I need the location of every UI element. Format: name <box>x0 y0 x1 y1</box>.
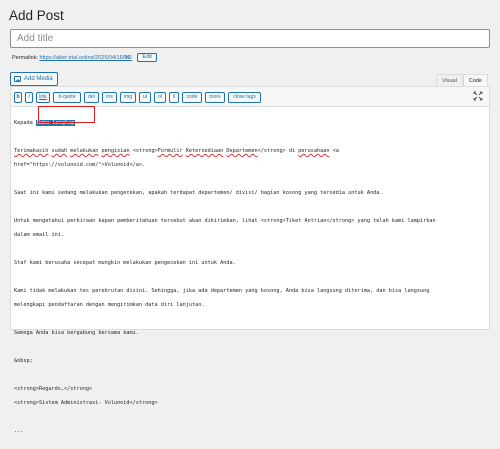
content-text: <strong> <box>129 148 158 154</box>
content-line: Staf kami berusaha secepat mungkin melak… <box>14 260 236 266</box>
editor-content[interactable]: Kepada Nama Lengkap Terimakasih sudah me… <box>14 113 436 449</box>
qt-link-button[interactable]: link <box>36 92 50 103</box>
media-icon <box>14 76 21 82</box>
content-line: <strong>Sistem Administrasi- Volunoid</s… <box>14 400 158 406</box>
tab-visual[interactable]: Visual <box>435 74 463 86</box>
content-text: <a <box>329 148 339 154</box>
content-text: melakukan <box>70 148 99 154</box>
permalink-url-suffix: / <box>130 54 132 61</box>
content-line: Terimakasih sudah melakukan pengisian <s… <box>14 148 436 155</box>
qt-ol-button[interactable]: ol <box>154 92 166 103</box>
content-text: Kepada <box>14 120 36 126</box>
title-input[interactable] <box>10 29 490 48</box>
permalink-url[interactable]: https://alter-trial.online/2025/04/16/96… <box>40 55 132 61</box>
editor-tabs: Visual Code <box>435 74 488 86</box>
content-line: melengkapi pendaftaran dengan mengirimka… <box>14 302 205 308</box>
qt-close-tags-button[interactable]: close tags <box>228 92 261 103</box>
content-line: &nbsp; <box>14 358 33 364</box>
fullscreen-icon[interactable] <box>473 91 483 101</box>
quicktags-toolbar: b i link b-quote del ins img ul ol li co… <box>11 87 489 107</box>
content-text: pengisian <box>101 148 130 154</box>
content-text: perusahaan <box>298 148 330 154</box>
content-text: Formulir <box>157 148 183 154</box>
content-line: Untuk mengetahui perkiraan kapan pemberi… <box>14 218 436 224</box>
qt-img-button[interactable]: img <box>120 92 136 103</box>
content-line: ... <box>14 428 24 434</box>
content-text: Ketersediaan <box>185 148 224 154</box>
permalink-edit-button[interactable]: Edit <box>137 53 157 62</box>
content-text: sudah <box>51 148 68 154</box>
add-media-label: Add Media <box>24 76 53 82</box>
qt-bold-button[interactable]: b <box>14 92 22 103</box>
content-line: Kami tidak melakukan tes perekrutan disi… <box>14 288 430 294</box>
qt-del-button[interactable]: del <box>84 92 99 103</box>
content-line: Semoga Anda bisa bergabung bersama kami. <box>14 330 139 336</box>
permalink-row: Permalink: https://alter-trial.online/20… <box>12 53 157 62</box>
page-title: Add Post <box>9 8 64 23</box>
qt-code-button[interactable]: code <box>182 92 202 103</box>
content-line: dalam email ini. <box>14 232 64 238</box>
add-media-button[interactable]: Add Media <box>10 72 58 86</box>
content-text: </strong> di <box>257 148 299 154</box>
tab-code[interactable]: Code <box>462 74 488 86</box>
content-text: Terimakasih <box>14 148 49 154</box>
content-line: href="https://volunoid.com/">Volunoid</a… <box>14 162 146 168</box>
qt-ins-button[interactable]: ins <box>102 92 117 103</box>
qt-italic-button[interactable]: i <box>25 92 33 103</box>
content-text: Departemen <box>226 148 258 154</box>
content-line: <strong>Regards,</strong> <box>14 386 93 392</box>
content-line: Saat ini kami sedang melakukan pengeceka… <box>14 190 383 196</box>
permalink-label: Permalink: <box>12 54 38 61</box>
permalink-url-prefix: https://alter-trial.online/2025/04/16/ <box>39 54 125 61</box>
qt-blockquote-button[interactable]: b-quote <box>53 92 81 103</box>
qt-li-button[interactable]: li <box>169 92 179 103</box>
highlight-annotation-box <box>38 106 95 123</box>
qt-more-button[interactable]: more <box>205 92 225 103</box>
qt-ul-button[interactable]: ul <box>139 92 151 103</box>
